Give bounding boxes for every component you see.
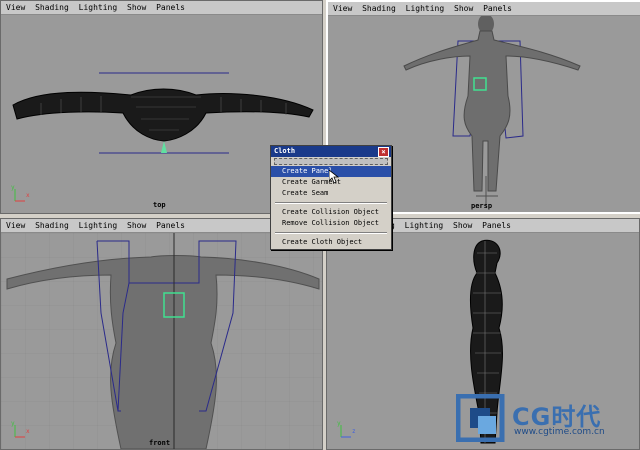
axis-x-label: x: [26, 192, 30, 199]
menu-panels[interactable]: Panels: [483, 4, 512, 13]
cloth-menu-titlebar[interactable]: Cloth ×: [271, 146, 391, 157]
axis-y-label: y: [337, 420, 341, 427]
viewport-front[interactable]: View Shading Lighting Show Panels front …: [0, 218, 323, 450]
mouse-cursor-icon: [329, 170, 339, 184]
watermark-url: www.cgtime.com.cn: [514, 427, 605, 437]
menu-item-create-collision-object[interactable]: Create Collision Object: [271, 207, 391, 218]
menu-item-create-seam[interactable]: Create Seam: [271, 188, 391, 199]
axis-y-label: y: [11, 420, 15, 427]
menu-item-create-cloth-object[interactable]: Create Cloth Object: [271, 237, 391, 248]
cg-logo-icon: [456, 394, 505, 442]
menu-lighting[interactable]: Lighting: [79, 221, 118, 230]
camera-label-front: front: [149, 439, 171, 447]
menu-divider: [275, 232, 387, 234]
axis-z-label: z: [352, 428, 356, 435]
menu-show[interactable]: Show: [127, 221, 146, 230]
watermark: CG时代 www.cgtime.com.cn: [456, 394, 634, 444]
menu-shading[interactable]: Shading: [35, 3, 69, 12]
menu-show[interactable]: Show: [127, 3, 146, 12]
menu-lighting[interactable]: Lighting: [406, 4, 445, 13]
menu-panels[interactable]: Panels: [156, 221, 185, 230]
camera-label-persp: persp: [471, 202, 493, 210]
menu-lighting[interactable]: Lighting: [79, 3, 118, 12]
menu-panels[interactable]: Panels: [482, 221, 511, 230]
axis-x-label: x: [26, 428, 30, 435]
front-view-model: [1, 233, 322, 449]
menu-item-remove-collision-object[interactable]: Remove Collision Object: [271, 218, 391, 229]
viewport-menubar: View Shading Lighting Show Panels: [328, 2, 640, 16]
menu-divider: [275, 202, 387, 204]
menu-view[interactable]: View: [6, 3, 25, 12]
axis-indicator: y x: [11, 419, 33, 441]
menu-panels[interactable]: Panels: [156, 3, 185, 12]
menu-shading[interactable]: Shading: [362, 4, 396, 13]
axis-indicator: y z: [337, 419, 359, 441]
front-view-canvas[interactable]: front y x: [1, 233, 322, 449]
menu-shading[interactable]: Shading: [35, 221, 69, 230]
menu-view[interactable]: View: [333, 4, 352, 13]
tear-off-handle[interactable]: [274, 158, 388, 165]
close-icon[interactable]: ×: [378, 147, 389, 157]
cloth-menu-title: Cloth: [274, 147, 296, 155]
axis-indicator: y x: [11, 183, 33, 205]
menu-show[interactable]: Show: [454, 4, 473, 13]
camera-label-top: top: [153, 201, 166, 209]
menu-view[interactable]: View: [6, 221, 25, 230]
cloth-menu-window[interactable]: Cloth × Create Panel Create Garment Crea…: [270, 145, 392, 250]
menu-show[interactable]: Show: [453, 221, 472, 230]
viewport-menubar: View Shading Lighting Show Panels: [1, 1, 322, 15]
axis-y-label: y: [11, 184, 15, 191]
menu-lighting[interactable]: Lighting: [405, 221, 444, 230]
